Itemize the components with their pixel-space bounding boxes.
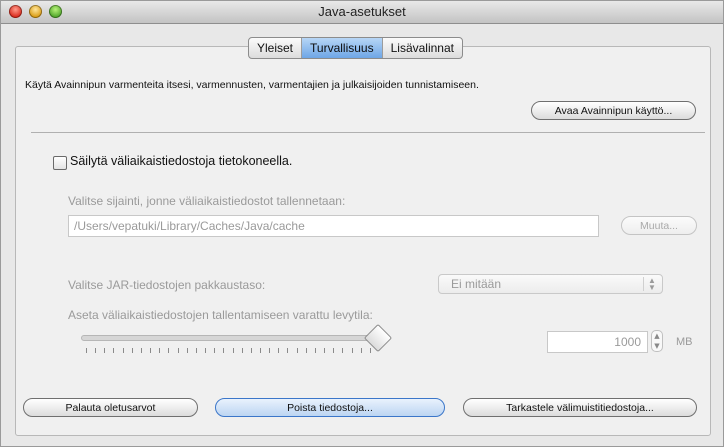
compression-select-value: Ei mitään [451,277,502,291]
slider-tick [168,348,170,353]
slider-tick [324,348,326,353]
slider-tick [131,348,133,353]
slider-tick [205,348,207,353]
slider-tick [195,348,197,353]
slider-tick [95,348,97,353]
slider-tick [259,348,261,353]
slider-tick [159,348,161,353]
restore-defaults-button[interactable]: Palauta oletusarvot [23,398,198,417]
window-title: Java-asetukset [318,4,406,19]
slider-tick [186,348,188,353]
slider-tick [369,348,371,353]
java-settings-window: Java-asetukset Yleiset Turvallisuus Lisä… [0,0,724,447]
slider-tick [250,348,252,353]
slider-tick [232,348,234,353]
compression-label: Valitse JAR-tiedostojen pakkaustaso: [68,278,266,292]
tab-security[interactable]: Turvallisuus [302,38,383,58]
slider-tick [113,348,115,353]
slider-tick [351,348,353,353]
slider-tick [269,348,271,353]
slider-tick [223,348,225,353]
delete-files-button[interactable]: Poista tiedostoja... [215,398,445,417]
slider-tick [86,348,87,353]
slider-tick [360,348,362,353]
slider-tick [305,348,307,353]
slider-tick [241,348,243,353]
slider-tick [342,348,344,353]
keychain-description: Käytä Avainnipun varmenteita itsesi, var… [25,79,479,91]
keep-temp-files-label: Säilytä väliaikaistiedostoja tietokoneel… [70,154,293,168]
section-divider [31,132,705,133]
slider-tick [122,348,124,353]
slider-ticks [86,348,371,354]
up-down-arrows-icon: ▲ ▼ [643,277,660,292]
disk-space-slider[interactable] [81,335,381,341]
cache-location-field[interactable]: /Users/vepatuki/Library/Caches/Java/cach… [68,215,599,237]
slider-tick [278,348,280,353]
slider-tick [287,348,289,353]
compression-select[interactable]: Ei mitään ▲ ▼ [438,274,663,294]
tab-advanced[interactable]: Lisävalinnat [383,38,462,58]
slider-tick [177,348,179,353]
slider-tick [140,348,142,353]
slider-tick [214,348,216,353]
tab-bar: Yleiset Turvallisuus Lisävalinnat [248,37,463,59]
disk-space-input[interactable]: 1000 [547,331,648,353]
disk-space-stepper[interactable]: ▲ ▼ [651,330,663,352]
title-bar: Java-asetukset [1,1,723,24]
disk-space-label: Aseta väliaikaistiedostojen tallentamise… [68,308,373,322]
slider-tick [104,348,106,353]
slider-tick [333,348,335,353]
view-cache-files-button[interactable]: Tarkastele välimuistitiedostoja... [463,398,697,417]
disk-space-unit: MB [676,336,693,348]
keep-temp-files-checkbox[interactable] [53,156,67,170]
location-prompt: Valitse sijainti, jonne väliaikaistiedos… [68,194,346,208]
slider-tick [150,348,152,353]
change-location-button[interactable]: Muuta... [621,216,697,235]
open-keychain-button[interactable]: Avaa Avainnipun käyttö... [531,101,696,120]
slider-tick [314,348,316,353]
slider-tick [296,348,298,353]
tab-general[interactable]: Yleiset [249,38,303,58]
